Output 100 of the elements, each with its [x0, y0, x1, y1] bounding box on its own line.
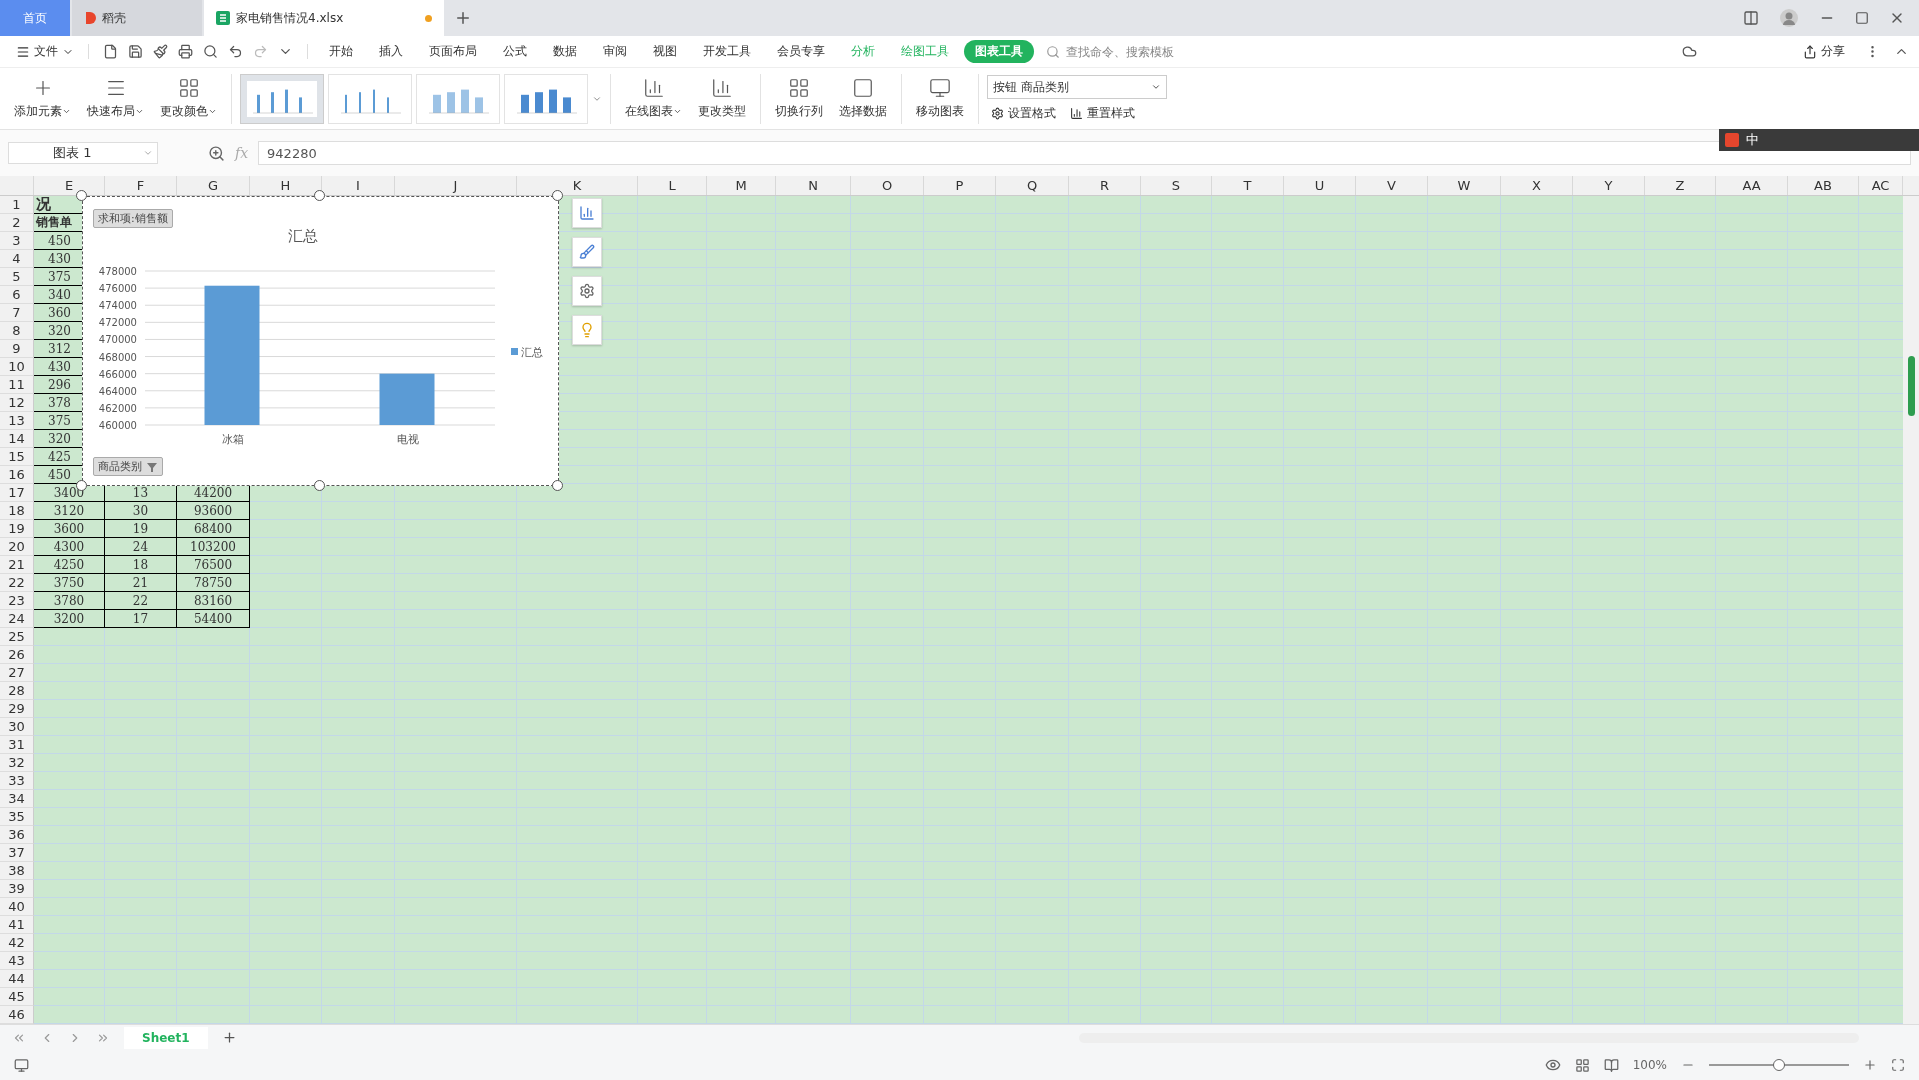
- row-header[interactable]: 34: [0, 790, 34, 808]
- row-header[interactable]: 26: [0, 646, 34, 664]
- print-preview-icon[interactable]: [203, 44, 218, 59]
- row-header[interactable]: 19: [0, 520, 34, 538]
- column-header[interactable]: O: [851, 176, 924, 195]
- row-header[interactable]: 10: [0, 358, 34, 376]
- document-tab[interactable]: 家电销售情况4.xlsx: [204, 0, 444, 36]
- ribbon-button[interactable]: 选择数据: [833, 75, 893, 122]
- reading-view-icon[interactable]: [1603, 1057, 1619, 1073]
- row-header[interactable]: 36: [0, 826, 34, 844]
- column-header[interactable]: L: [638, 176, 707, 195]
- column-header[interactable]: P: [924, 176, 996, 195]
- row-header[interactable]: 28: [0, 682, 34, 700]
- name-box[interactable]: 图表 1: [8, 142, 158, 164]
- chart-element-select[interactable]: 按钮 商品类别: [987, 75, 1167, 99]
- document-tab[interactable]: 稻壳: [72, 0, 202, 36]
- zoom-slider-thumb[interactable]: [1773, 1059, 1785, 1071]
- row-header[interactable]: 27: [0, 664, 34, 682]
- chart-style-button[interactable]: [572, 237, 602, 267]
- column-header[interactable]: M: [707, 176, 776, 195]
- row-header[interactable]: 42: [0, 934, 34, 952]
- column-header[interactable]: R: [1069, 176, 1141, 195]
- row-header[interactable]: 17: [0, 484, 34, 502]
- row-header[interactable]: 3: [0, 232, 34, 250]
- ribbon-button[interactable]: 切换行列: [769, 75, 829, 122]
- normal-view-icon[interactable]: [1574, 1057, 1590, 1073]
- add-sheet-icon[interactable]: [221, 1030, 237, 1045]
- reset-style-button[interactable]: 重置样式: [1066, 105, 1139, 122]
- row-header[interactable]: 4: [0, 250, 34, 268]
- resize-handle[interactable]: [314, 190, 325, 201]
- column-header[interactable]: N: [776, 176, 851, 195]
- vertical-scrollbar[interactable]: [1903, 196, 1919, 1024]
- row-header[interactable]: 37: [0, 844, 34, 862]
- resize-handle[interactable]: [552, 480, 563, 491]
- ribbon-tab[interactable]: 开始: [318, 40, 364, 63]
- undo-icon[interactable]: [228, 44, 243, 59]
- window-count-icon[interactable]: [1743, 10, 1759, 26]
- value-field-button[interactable]: 求和项:销售额: [93, 209, 173, 228]
- fullscreen-icon[interactable]: [1891, 1058, 1905, 1072]
- ribbon-button[interactable]: 添加元素: [8, 75, 77, 122]
- column-header[interactable]: F: [105, 176, 177, 195]
- row-header[interactable]: 25: [0, 628, 34, 646]
- chart-style-option[interactable]: [504, 73, 588, 124]
- ribbon-tab[interactable]: 会员专享: [766, 40, 836, 63]
- column-header[interactable]: Q: [996, 176, 1069, 195]
- resize-handle[interactable]: [552, 190, 563, 201]
- column-header[interactable]: AA: [1716, 176, 1788, 195]
- row-header[interactable]: 15: [0, 448, 34, 466]
- eye-protection-icon[interactable]: [1544, 1057, 1561, 1073]
- axis-field-button[interactable]: 商品类别: [93, 457, 163, 476]
- column-header[interactable]: Y: [1573, 176, 1645, 195]
- ribbon-tab[interactable]: 数据: [542, 40, 588, 63]
- row-header[interactable]: 43: [0, 952, 34, 970]
- ribbon-button[interactable]: 在线图表: [619, 75, 688, 122]
- row-header[interactable]: 24: [0, 610, 34, 628]
- row-header[interactable]: 20: [0, 538, 34, 556]
- row-header[interactable]: 44: [0, 970, 34, 988]
- column-header[interactable]: W: [1428, 176, 1501, 195]
- ribbon-tab[interactable]: 视图: [642, 40, 688, 63]
- row-header[interactable]: 13: [0, 412, 34, 430]
- row-header[interactable]: 32: [0, 754, 34, 772]
- ribbon-tab[interactable]: 公式: [492, 40, 538, 63]
- print-icon[interactable]: [178, 44, 193, 59]
- row-header[interactable]: 22: [0, 574, 34, 592]
- row-header[interactable]: 46: [0, 1006, 34, 1024]
- chart-area[interactable]: 汇总 460000 462000 464000 466000 468000 470000 472000 474000 476000 478000 冰箱 电视 汇总 求和项:销售额 商品类别: [82, 196, 559, 486]
- row-header[interactable]: 45: [0, 988, 34, 1006]
- column-header[interactable]: J: [395, 176, 517, 195]
- row-header[interactable]: 38: [0, 862, 34, 880]
- ribbon-button[interactable]: 快速布局: [81, 75, 150, 122]
- row-header[interactable]: 16: [0, 466, 34, 484]
- resize-handle[interactable]: [314, 480, 325, 491]
- column-header[interactable]: X: [1501, 176, 1573, 195]
- ribbon-tab[interactable]: 开发工具: [692, 40, 762, 63]
- save-icon[interactable]: [128, 44, 143, 59]
- row-header[interactable]: 41: [0, 916, 34, 934]
- file-menu[interactable]: 文件: [10, 43, 80, 60]
- row-header[interactable]: 5: [0, 268, 34, 286]
- resize-handle[interactable]: [76, 190, 87, 201]
- row-header[interactable]: 14: [0, 430, 34, 448]
- row-header[interactable]: 30: [0, 718, 34, 736]
- row-header[interactable]: 12: [0, 394, 34, 412]
- row-header[interactable]: 33: [0, 772, 34, 790]
- column-header[interactable]: AB: [1788, 176, 1859, 195]
- row-header[interactable]: 35: [0, 808, 34, 826]
- column-header[interactable]: T: [1212, 176, 1284, 195]
- row-header[interactable]: 23: [0, 592, 34, 610]
- ribbon-button[interactable]: 更改类型: [692, 75, 752, 122]
- restore-icon[interactable]: [1855, 11, 1869, 25]
- chart-elements-button[interactable]: [572, 198, 602, 228]
- column-header[interactable]: U: [1284, 176, 1356, 195]
- format-button[interactable]: 设置格式: [987, 105, 1060, 122]
- chart-style-option[interactable]: [240, 73, 324, 124]
- zoom-level[interactable]: 100%: [1632, 1058, 1667, 1072]
- new-file-icon[interactable]: [103, 44, 118, 59]
- ribbon-button[interactable]: 移动图表: [910, 75, 970, 122]
- row-header[interactable]: 11: [0, 376, 34, 394]
- row-header[interactable]: 31: [0, 736, 34, 754]
- column-header[interactable]: V: [1356, 176, 1428, 195]
- share-button[interactable]: 分享: [1797, 42, 1851, 61]
